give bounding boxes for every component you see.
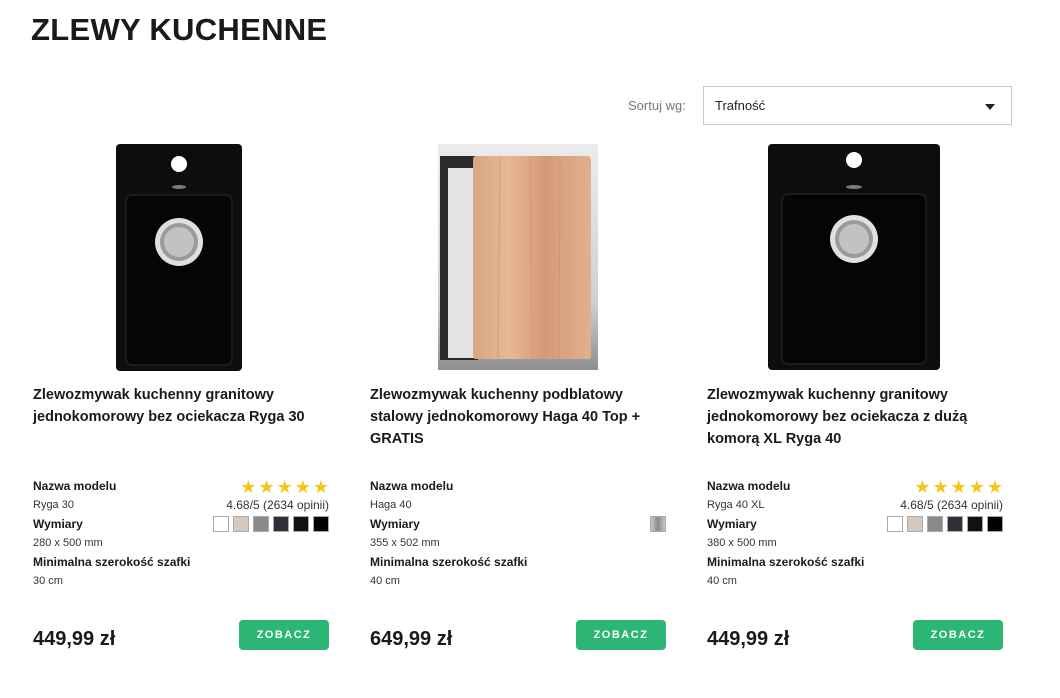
spec-cabinet-label: Minimalna szerokość szafki (707, 555, 865, 569)
product-name[interactable]: Zlewozmywak kuchenny podblatowy stalowy … (370, 384, 666, 450)
stars: ★ ★ ★ ★ ★ (226, 478, 329, 496)
star-icon: ★ (294, 477, 311, 497)
spec-model-label: Nazwa modelu (33, 479, 117, 493)
product-card[interactable]: Zlewozmywak kuchenny granitowy jednokomo… (707, 140, 1003, 660)
spec-cabinet-value: 40 cm (707, 575, 737, 587)
star-icon: ★ (276, 477, 293, 497)
sort-selected-value: Trafność (715, 98, 766, 113)
sort-select[interactable]: Trafność (703, 86, 1012, 125)
star-icon: ★ (986, 477, 1003, 497)
color-swatch[interactable] (987, 516, 1003, 532)
color-swatch[interactable] (293, 516, 309, 532)
color-swatch[interactable] (927, 516, 943, 532)
product-specs: Nazwa modelu Haga 40 Wymiary 355 x 502 m… (370, 477, 540, 591)
product-price: 449,99 zł (707, 628, 790, 650)
color-swatch[interactable] (253, 516, 269, 532)
color-swatch[interactable] (273, 516, 289, 532)
product-name[interactable]: Zlewozmywak kuchenny granitowy jednokomo… (33, 384, 329, 428)
product-image[interactable] (370, 140, 666, 373)
spec-model-value: Haga 40 (370, 499, 412, 511)
spec-dim-value: 380 x 500 mm (707, 537, 777, 549)
star-icon: ★ (258, 477, 275, 497)
spec-model-label: Nazwa modelu (707, 479, 791, 493)
page-title: ZLEWY KUCHENNE (31, 12, 328, 47)
product-card[interactable]: Zlewozmywak kuchenny podblatowy stalowy … (370, 140, 666, 660)
product-specs: Nazwa modelu Ryga 40 XL Wymiary 380 x 50… (707, 477, 877, 591)
color-swatch[interactable] (650, 516, 666, 532)
star-icon: ★ (968, 477, 985, 497)
spec-dim-value: 355 x 502 mm (370, 537, 440, 549)
product-name[interactable]: Zlewozmywak kuchenny granitowy jednokomo… (707, 384, 1003, 450)
spec-model-value: Ryga 30 (33, 499, 74, 511)
star-icon: ★ (950, 477, 967, 497)
sink-image (768, 144, 940, 370)
sink-image (438, 144, 598, 370)
spec-cabinet-value: 30 cm (33, 575, 63, 587)
spec-dim-label: Wymiary (33, 517, 83, 531)
product-price: 649,99 zł (370, 628, 453, 650)
rating-text: 4.68/5 (2634 opinii) (900, 498, 1003, 512)
rating-text: 4.68/5 (2634 opinii) (226, 498, 329, 512)
star-icon: ★ (240, 477, 257, 497)
color-swatches (213, 516, 329, 532)
color-swatch[interactable] (213, 516, 229, 532)
color-swatch[interactable] (887, 516, 903, 532)
spec-cabinet-label: Minimalna szerokość szafki (33, 555, 191, 569)
product-price: 449,99 zł (33, 628, 116, 650)
view-product-button[interactable]: ZOBACZ (576, 620, 666, 650)
view-product-button[interactable]: ZOBACZ (239, 620, 329, 650)
color-swatches (650, 516, 666, 532)
view-product-button[interactable]: ZOBACZ (913, 620, 1003, 650)
star-icon: ★ (914, 477, 931, 497)
product-rating: ★ ★ ★ ★ ★ 4.68/5 (2634 opinii) (226, 478, 329, 512)
product-card[interactable]: Zlewozmywak kuchenny granitowy jednokomo… (33, 140, 329, 660)
caret-down-icon (985, 104, 995, 110)
spec-model-label: Nazwa modelu (370, 479, 454, 493)
spec-dim-label: Wymiary (707, 517, 757, 531)
sink-image (116, 144, 242, 371)
spec-cabinet-value: 40 cm (370, 575, 400, 587)
stars: ★ ★ ★ ★ ★ (900, 478, 1003, 496)
sort-bar: Sortuj wg: Trafność (628, 86, 1012, 125)
product-rating: ★ ★ ★ ★ ★ 4.68/5 (2634 opinii) (900, 478, 1003, 512)
color-swatch[interactable] (967, 516, 983, 532)
product-image[interactable] (33, 140, 329, 373)
spec-dim-label: Wymiary (370, 517, 420, 531)
star-icon: ★ (932, 477, 949, 497)
color-swatches (887, 516, 1003, 532)
color-swatch[interactable] (947, 516, 963, 532)
spec-cabinet-label: Minimalna szerokość szafki (370, 555, 528, 569)
color-swatch[interactable] (233, 516, 249, 532)
spec-model-value: Ryga 40 XL (707, 499, 765, 511)
product-image[interactable] (707, 140, 1003, 373)
sort-label: Sortuj wg: (628, 98, 686, 113)
color-swatch[interactable] (907, 516, 923, 532)
spec-dim-value: 280 x 500 mm (33, 537, 103, 549)
product-specs: Nazwa modelu Ryga 30 Wymiary 280 x 500 m… (33, 477, 203, 591)
star-icon: ★ (312, 477, 329, 497)
color-swatch[interactable] (313, 516, 329, 532)
